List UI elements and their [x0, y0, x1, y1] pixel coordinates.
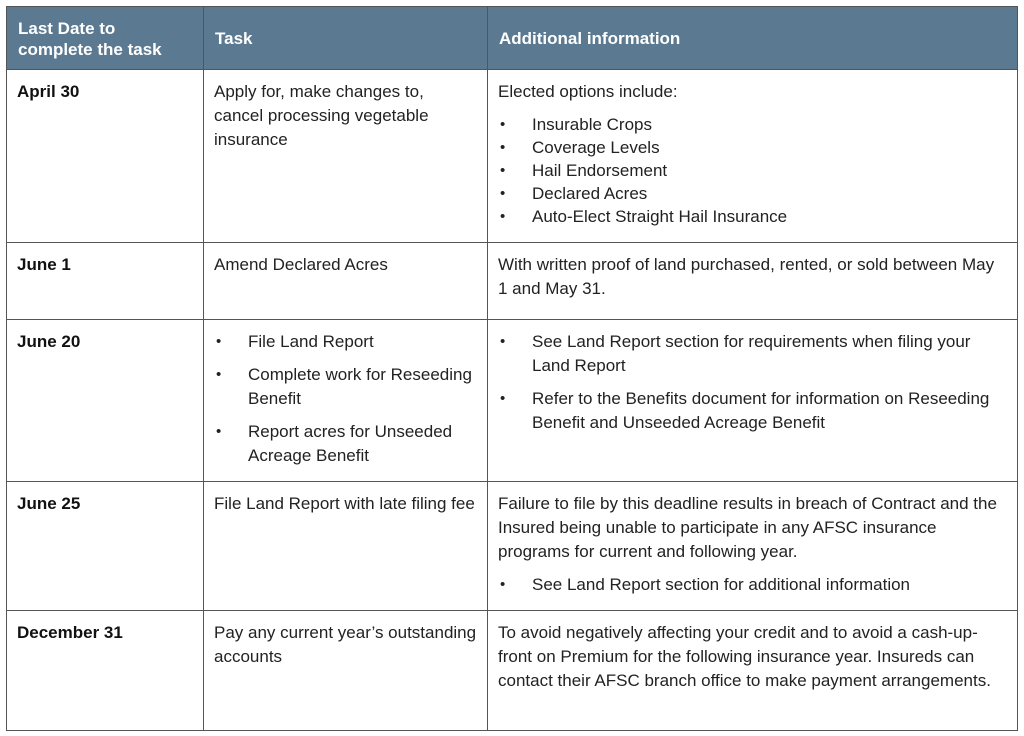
- list-item: Declared Acres: [498, 182, 1007, 205]
- bullet-list: File Land Report Complete work for Resee…: [214, 330, 477, 468]
- row-date: April 30: [6, 69, 204, 243]
- row-info: Failure to file by this deadline results…: [487, 481, 1018, 611]
- deadlines-table: Last Date to complete the task Task Addi…: [6, 6, 1018, 731]
- list-item: File Land Report: [214, 330, 477, 354]
- list-item: Auto-Elect Straight Hail Insurance: [498, 205, 1007, 228]
- row-task: File Land Report Complete work for Resee…: [203, 319, 488, 482]
- list-item: Insurable Crops: [498, 113, 1007, 136]
- row-task: File Land Report with late filing fee: [203, 481, 488, 611]
- list-item: Report acres for Unseeded Acreage Benefi…: [214, 420, 477, 468]
- row-info: See Land Report section for requirements…: [487, 319, 1018, 482]
- row-info: To avoid negatively affecting your credi…: [487, 610, 1018, 731]
- row-task: Pay any current year’s outstanding accou…: [203, 610, 488, 731]
- list-item: Complete work for Reseeding Benefit: [214, 363, 477, 411]
- table-row: June 20 File Land Report Complete work f…: [6, 319, 1018, 482]
- row-info: With written proof of land purchased, re…: [487, 242, 1018, 320]
- bullet-list: Insurable Crops Coverage Levels Hail End…: [498, 113, 1007, 228]
- table-row: June 25 File Land Report with late filin…: [6, 481, 1018, 611]
- table-row: June 1 Amend Declared Acres With written…: [6, 242, 1018, 320]
- info-text: Failure to file by this deadline results…: [498, 494, 997, 561]
- row-date: June 25: [6, 481, 204, 611]
- row-task: Amend Declared Acres: [203, 242, 488, 320]
- header-info: Additional information: [487, 6, 1018, 70]
- table-row: December 31 Pay any current year’s outst…: [6, 610, 1018, 731]
- header-date: Last Date to complete the task: [6, 6, 204, 70]
- row-date: June 1: [6, 242, 204, 320]
- list-item: Refer to the Benefits document for infor…: [498, 387, 1007, 435]
- header-row: Last Date to complete the task Task Addi…: [6, 6, 1018, 70]
- bullet-list: See Land Report section for additional i…: [498, 573, 1007, 596]
- table-row: April 30 Apply for, make changes to, can…: [6, 69, 1018, 243]
- row-date: June 20: [6, 319, 204, 482]
- list-item: Hail Endorsement: [498, 159, 1007, 182]
- bullet-list: See Land Report section for requirements…: [498, 330, 1007, 435]
- list-item: Coverage Levels: [498, 136, 1007, 159]
- info-text: Elected options include:: [498, 82, 678, 101]
- header-task: Task: [203, 6, 488, 70]
- list-item: See Land Report section for requirements…: [498, 330, 1007, 378]
- row-info: Elected options include: Insurable Crops…: [487, 69, 1018, 243]
- list-item: See Land Report section for additional i…: [498, 573, 1007, 596]
- row-task: Apply for, make changes to, cancel proce…: [203, 69, 488, 243]
- row-date: December 31: [6, 610, 204, 731]
